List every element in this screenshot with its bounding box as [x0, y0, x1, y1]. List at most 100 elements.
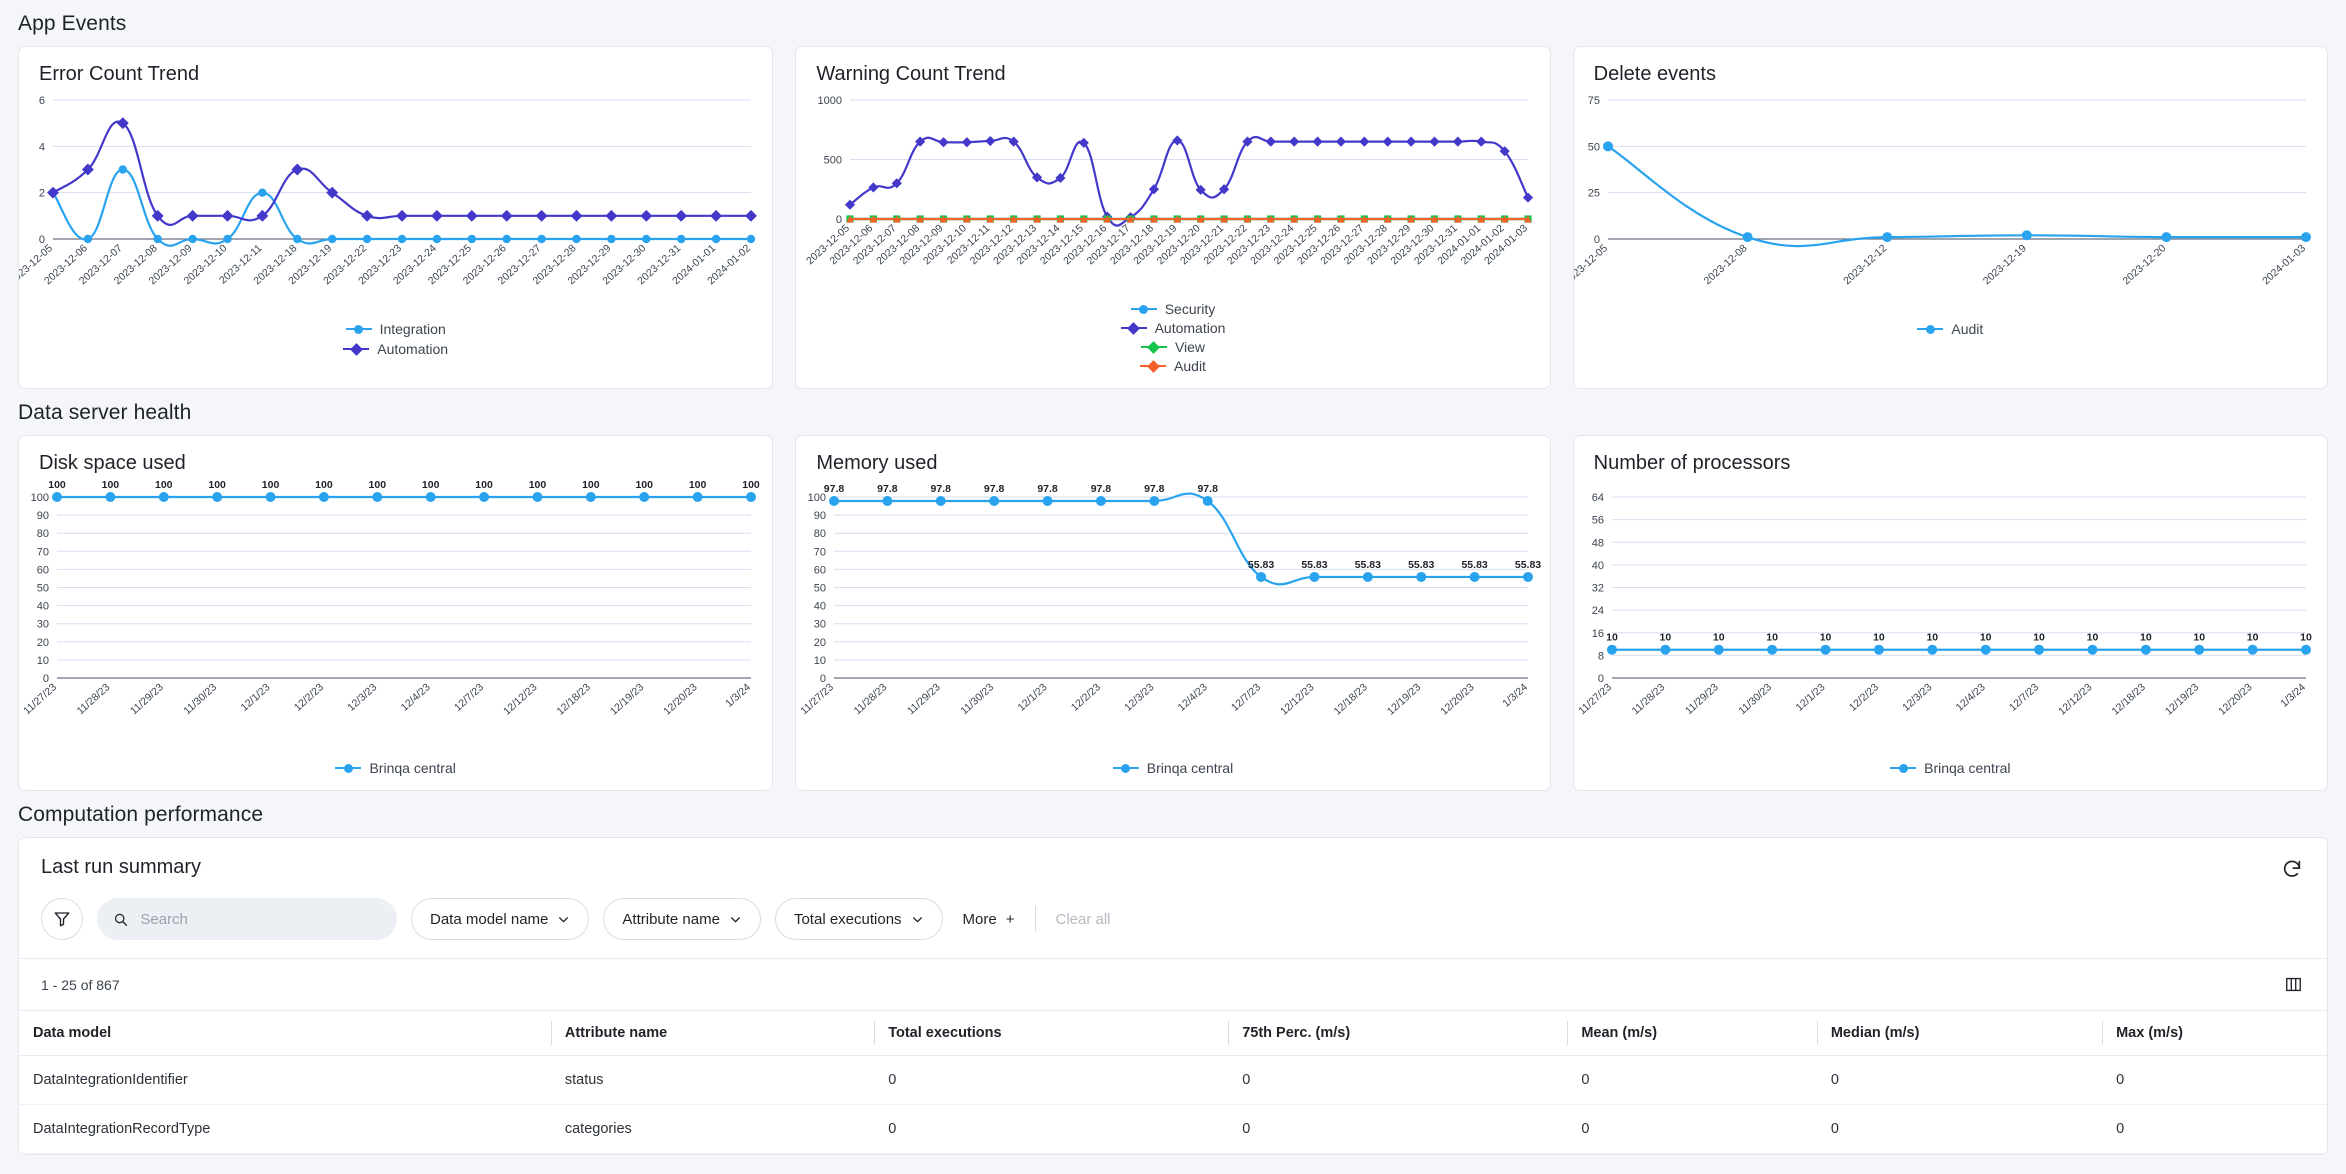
data-label: 100	[582, 479, 600, 491]
legend-delete-events: Audit	[1574, 321, 2327, 351]
x-axis-tick-label: 11/28/23	[75, 681, 113, 717]
data-label: 10	[1980, 632, 1992, 644]
column-settings-button[interactable]	[2282, 973, 2305, 996]
data-point-marker	[1453, 136, 1464, 147]
data-point-marker	[607, 234, 616, 244]
data-point-marker	[1406, 136, 1417, 147]
data-label: 10	[2246, 632, 2258, 644]
legend-warning-count-trend: Security Automation View Audit	[796, 301, 1549, 388]
data-point-marker	[425, 492, 436, 502]
legend-item-automation[interactable]: Automation	[1120, 320, 1225, 336]
data-point-marker	[467, 234, 476, 244]
data-label: 10	[1926, 632, 1938, 644]
result-count-label: 1 - 25 of 867	[41, 976, 120, 993]
table-header-row: Data model Attribute name Total executions…	[19, 1010, 2327, 1056]
y-axis-tick-label: 32	[1591, 583, 1603, 595]
table-cell: 0	[1228, 1055, 1568, 1105]
x-axis-tick-label: 1/3/24	[723, 681, 753, 710]
legend-swatch	[1140, 359, 1167, 373]
x-axis-tick-label: 12/12/23	[1278, 681, 1317, 717]
y-axis-tick-label: 20	[37, 637, 49, 649]
chart-delete-events: 0 25 50 75 2023-12-05 2023-12-08 2023-12-12 202…	[1574, 86, 2327, 321]
x-axis-tick-label: 12/1/23	[1016, 681, 1050, 713]
legend-item-integration[interactable]: Integration	[345, 321, 446, 337]
filter-chip-data-model-name[interactable]: Data model name	[411, 898, 590, 940]
legend-item-view[interactable]: View	[1140, 339, 1205, 355]
data-point-marker	[396, 209, 408, 222]
x-axis-tick-label: 12/20/23	[2216, 681, 2255, 717]
data-label: 10	[1713, 632, 1725, 644]
card-delete-events: Delete events 0 25 50 75 2023-12-05 2023-12-0…	[1572, 46, 2328, 389]
x-axis-tick-label: 1/3/24	[1501, 681, 1531, 710]
data-point-marker	[1476, 136, 1487, 147]
column-header-attribute-name[interactable]: Attribute name	[550, 1010, 875, 1056]
table-row[interactable]: DataIntegrationRecordType categories 0 0 0 0 0	[19, 1104, 2327, 1154]
x-axis-tick-label: 11/30/23	[181, 681, 219, 717]
data-point-marker	[1523, 571, 1534, 582]
legend-item-brinqa-central[interactable]: Brinqa central	[335, 760, 456, 776]
data-point-marker	[1742, 232, 1753, 243]
table-row[interactable]: DataIntegrationIdentifier status 0 0 0 0 0	[19, 1055, 2327, 1105]
x-axis-tick-label: 2023-12-12	[1841, 242, 1889, 287]
legend-swatch	[1917, 324, 1944, 334]
table-cell: 0	[1567, 1055, 1817, 1105]
legend-label: Brinqa central	[1146, 760, 1234, 776]
legend-swatch	[1140, 340, 1167, 354]
last-run-summary-table: Data model Attribute name Total executions…	[19, 1010, 2327, 1154]
data-point-marker	[585, 492, 596, 502]
legend-label: Security	[1164, 301, 1216, 317]
data-point-marker	[1382, 136, 1394, 147]
data-point-marker	[829, 495, 840, 506]
data-point-marker	[570, 209, 583, 222]
card-title-disk-space-used: Disk space used	[39, 452, 186, 474]
filter-chip-total-executions[interactable]: Total executions	[774, 898, 943, 940]
data-label: 10	[2300, 632, 2312, 644]
legend-swatch	[1112, 763, 1139, 773]
y-axis-tick-label: 70	[37, 546, 49, 558]
clear-all-button[interactable]: Clear all	[1050, 910, 1117, 929]
legend-error-count-trend: Integration Automation	[19, 321, 772, 371]
card-disk-space-used: Disk space used 0 10 20 30 40 50 60 70 80 90 100 10…	[18, 435, 774, 791]
data-point-marker	[938, 137, 949, 148]
data-label: 97.8	[984, 483, 1005, 495]
data-label: 100	[369, 479, 387, 491]
y-axis-tick-label: 500	[824, 155, 842, 167]
x-axis-tick-label: 11/29/23	[128, 681, 166, 717]
data-point-marker	[502, 234, 511, 244]
column-header-75th-perc-m-s[interactable]: 75th Perc. (m/s)	[1228, 1010, 1568, 1056]
filter-chip-attribute-name[interactable]: Attribute name	[603, 898, 761, 940]
data-label: 10	[2140, 632, 2152, 644]
legend-item-audit[interactable]: Audit	[1140, 358, 1206, 374]
x-axis-tick-label: 12/19/23	[1385, 681, 1424, 717]
card-title-memory-used: Memory used	[816, 452, 938, 474]
more-filters-button[interactable]: More +	[957, 911, 1021, 928]
column-header-mean-m-s[interactable]: Mean (m/s)	[1567, 1010, 1817, 1056]
data-point-marker	[1363, 571, 1374, 582]
column-header-max-m-s[interactable]: Max (m/s)	[2102, 1010, 2327, 1056]
y-axis-tick-label: 4	[39, 141, 45, 153]
search-input[interactable]	[138, 909, 381, 929]
data-point-marker	[962, 137, 973, 148]
x-axis-tick-label: 2024-01-03	[2260, 242, 2308, 287]
legend-label: Brinqa central	[1924, 760, 2011, 776]
legend-item-brinqa-central[interactable]: Brinqa central	[1112, 760, 1234, 776]
search-box[interactable]	[97, 898, 397, 940]
legend-label: Brinqa central	[369, 760, 456, 776]
legend-item-audit[interactable]: Audit	[1917, 321, 1983, 337]
legend-item-automation[interactable]: Automation	[343, 341, 448, 357]
column-header-total-executions[interactable]: Total executions	[874, 1010, 1229, 1056]
x-axis-tick-label: 2023-12-19	[1981, 242, 2029, 287]
filter-toggle-button[interactable]	[41, 898, 83, 940]
data-label: 100	[48, 479, 66, 491]
table-cell: 0	[1816, 1104, 2103, 1154]
refresh-button[interactable]	[2279, 856, 2305, 882]
legend-item-security[interactable]: Security	[1130, 301, 1216, 317]
number-of-processors-svg: 081624324048566410 10 10 10 10 10 10 10 10 10 10 10…	[1576, 492, 2312, 718]
column-header-data-model[interactable]: Data model	[19, 1010, 551, 1056]
y-axis-tick-label: 50	[37, 583, 49, 595]
data-point-marker	[265, 492, 276, 502]
column-header-median-m-s[interactable]: Median (m/s)	[1816, 1010, 2103, 1056]
x-axis-tick-label: 12/4/23	[1953, 681, 1987, 713]
legend-item-brinqa-central[interactable]: Brinqa central	[1890, 760, 2011, 776]
search-icon	[114, 913, 128, 926]
